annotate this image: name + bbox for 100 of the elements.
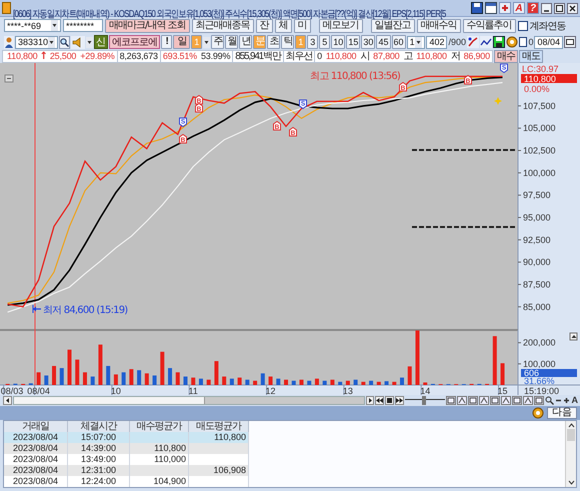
tool-icon[interactable]: [512, 396, 522, 405]
caret-icon[interactable]: [48, 36, 56, 48]
alert-button[interactable]: !: [161, 35, 172, 49]
axis-label: 11: [188, 386, 198, 395]
table-row[interactable]: 2023/08/04 14:39:00 110,800: [4, 443, 249, 454]
best-price-value: 0: [315, 50, 324, 63]
fast-forward-button[interactable]: [395, 396, 404, 405]
interval-tab[interactable]: 10: [331, 35, 346, 49]
volume-bar: [500, 363, 505, 385]
period-tab[interactable]: 틱: [281, 35, 294, 49]
toolbar-button[interactable]: 수익률추이: [462, 18, 516, 32]
zoom-slider[interactable]: [405, 396, 446, 405]
scrollbar-thumb[interactable]: [14, 397, 205, 404]
save-icon[interactable]: [471, 2, 483, 14]
speaker-icon[interactable]: [71, 36, 86, 48]
period-tab[interactable]: 년: [239, 35, 252, 49]
period-tab[interactable]: 월: [225, 35, 238, 49]
volume-bar: [52, 366, 56, 385]
window-icon[interactable]: [485, 2, 497, 14]
change-value: 0.00%: [524, 84, 550, 94]
minimize-icon[interactable]: [541, 2, 552, 14]
unit-field[interactable]: 1: [406, 36, 426, 48]
caret-icon[interactable]: [203, 36, 210, 48]
toolbar-button[interactable]: 잔: [256, 18, 273, 32]
maximize-icon[interactable]: [554, 2, 565, 14]
interval-tab[interactable]: 30: [361, 35, 376, 49]
toolbar-button[interactable]: 일별잔고: [370, 18, 415, 32]
caret-icon[interactable]: [51, 20, 58, 31]
font-button[interactable]: A: [513, 2, 525, 14]
axis-label: 97,500: [523, 190, 551, 200]
low-price-label: 최저 84,600 (15:19): [43, 305, 128, 316]
interval-tab[interactable]: 3: [307, 35, 318, 49]
tool-icon[interactable]: [523, 396, 534, 405]
last-volume-tag: 606: [521, 368, 577, 378]
calendar-icon[interactable]: [564, 36, 576, 48]
volume-bar: [230, 378, 234, 385]
tool-icon[interactable]: [457, 396, 468, 405]
volume-ratio: 693.51%: [160, 50, 199, 63]
save-icon[interactable]: [493, 36, 506, 48]
toolbar-button[interactable]: 매매마크/내역 조회: [105, 18, 190, 32]
table-row[interactable]: 2023/08/04 12:31:00 106,908: [4, 465, 249, 476]
period-tab[interactable]: 초: [267, 35, 280, 49]
stock-code-field[interactable]: 383310: [15, 36, 58, 48]
rewind-button[interactable]: [375, 396, 384, 405]
scrollbar-thumb[interactable]: [567, 429, 575, 441]
tool-icon[interactable]: [534, 396, 544, 405]
tool-icon[interactable]: [446, 396, 456, 405]
toolbar-button[interactable]: 최근매매종목: [192, 18, 254, 32]
date-field[interactable]: 08/04: [534, 36, 563, 48]
checkbox[interactable]: [518, 20, 528, 30]
table-row[interactable]: 2023/08/04 12:24:00 104,900: [4, 476, 249, 487]
close-icon[interactable]: [567, 2, 578, 14]
volume-bar: [415, 330, 420, 385]
zoom-icon[interactable]: [545, 396, 554, 405]
line-tool-icon[interactable]: [480, 36, 492, 48]
tool-icon[interactable]: [490, 396, 500, 405]
table-row[interactable]: 2023/08/04 15:07:00 110,800: [4, 432, 249, 443]
volume-bar: [307, 380, 312, 385]
buy-button[interactable]: 매수: [494, 50, 518, 63]
interval-tab[interactable]: 5: [319, 35, 330, 49]
axis-label: 92,500: [523, 234, 551, 245]
scroll-up-icon[interactable]: [568, 421, 574, 429]
plus-icon[interactable]: [563, 396, 570, 405]
chart-tool-icon[interactable]: [467, 36, 480, 48]
toolbar-button[interactable]: 체: [274, 18, 292, 32]
indicator-value: LC:30.97: [522, 64, 559, 74]
interval-tab[interactable]: 60: [392, 35, 406, 49]
volume-bar: [60, 368, 64, 385]
account-field[interactable]: ****-**69: [4, 19, 61, 32]
tool-icon[interactable]: [501, 396, 512, 405]
high-label: 고: [401, 50, 414, 63]
high-price: 110,800: [414, 50, 449, 63]
checkbox[interactable]: [519, 37, 528, 47]
scroll-down-icon[interactable]: [568, 479, 574, 487]
search-icon[interactable]: [59, 36, 70, 48]
volume-bar: [176, 372, 180, 385]
scroll-left-button[interactable]: [3, 396, 12, 405]
font-button[interactable]: A: [571, 396, 578, 405]
tool-icon[interactable]: [479, 396, 490, 405]
stock-name-field[interactable]: 에코프로에: [109, 35, 160, 49]
period-tab[interactable]: 주: [211, 35, 224, 49]
count-field[interactable]: 402: [426, 36, 448, 48]
next-button[interactable]: 다음: [547, 407, 577, 419]
help-button[interactable]: ?: [527, 2, 539, 14]
interval-tab[interactable]: 15: [346, 35, 360, 49]
toolbar-button[interactable]: 메모보기: [318, 18, 363, 32]
volume-bar: [82, 372, 87, 385]
toolbar-button[interactable]: 매매수익: [416, 18, 461, 32]
password-field[interactable]: ********: [63, 19, 103, 32]
toolbar-button[interactable]: 미: [294, 18, 311, 32]
slider-thumb[interactable]: [422, 396, 426, 405]
table-row[interactable]: 2023/08/04 13:49:00 110,000: [4, 454, 249, 465]
collapse-icon[interactable]: [570, 332, 578, 340]
tool-icon[interactable]: [468, 396, 478, 405]
period-type-button[interactable]: 일: [173, 35, 190, 49]
volume-bar: [129, 369, 134, 385]
caret-icon[interactable]: [86, 36, 94, 48]
sell-button[interactable]: 매도: [518, 50, 543, 63]
caret-icon[interactable]: [415, 36, 422, 48]
interval-tab[interactable]: 45: [376, 35, 391, 49]
